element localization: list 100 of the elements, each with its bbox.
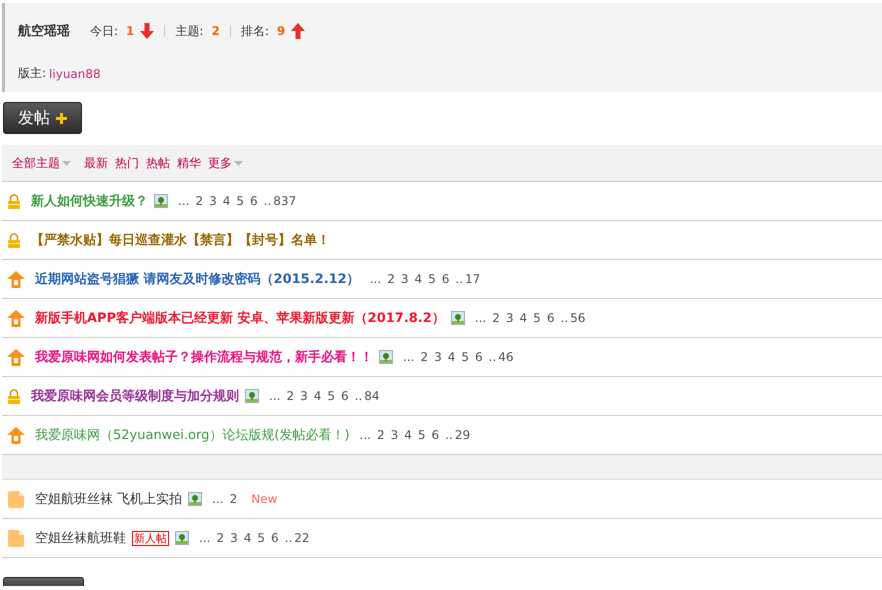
thread-title[interactable]: 新版手机APP客户端版本已经更新 安卓、苹果新版更新（2017.8.2） <box>35 309 445 327</box>
lock-icon <box>7 194 21 208</box>
page-link[interactable]: 4 <box>448 350 456 364</box>
page-link[interactable]: 4 <box>404 428 412 442</box>
page-ellipsis: ... <box>370 272 382 286</box>
page-link[interactable]: 5 <box>461 350 470 364</box>
moderator-link[interactable]: liyuan88 <box>49 66 101 80</box>
image-attachment-icon <box>175 531 189 545</box>
page-link[interactable]: 3 <box>434 350 442 364</box>
page-ellipsis: ... <box>269 389 280 403</box>
page-link[interactable]: 3 <box>506 311 514 325</box>
page-link[interactable]: 5 <box>327 389 336 403</box>
stat-value: 9 <box>276 24 286 38</box>
page-link[interactable]: 4 <box>414 272 422 286</box>
folder-icon <box>7 490 25 508</box>
page-link[interactable]: 2 <box>387 272 395 286</box>
page-link[interactable]: 2 <box>230 492 238 506</box>
page-link[interactable]: 56 <box>570 311 586 325</box>
stat-value: 2 <box>211 24 220 38</box>
stat-label: 主题: <box>175 22 204 40</box>
page-ellipsis: .. <box>264 194 272 208</box>
folder-icon <box>7 530 25 546</box>
page-link[interactable]: 4 <box>244 531 252 545</box>
page-ellipsis: .. <box>354 389 362 403</box>
page-ellipsis: ... <box>212 492 224 506</box>
stat-label: 排名: <box>240 22 269 40</box>
page-link[interactable]: 6 <box>271 531 279 545</box>
page-ellipsis: ... <box>199 531 210 545</box>
page-link[interactable]: 2 <box>286 389 294 403</box>
image-attachment-icon <box>450 311 465 325</box>
page-link[interactable]: 6 <box>432 428 440 442</box>
new-user-badge: 新人帖 <box>132 530 169 546</box>
post-button[interactable] <box>3 577 84 586</box>
pinned-arrow-icon <box>7 426 25 444</box>
filter-link[interactable]: 热门 <box>115 154 139 172</box>
page-link[interactable]: 5 <box>236 194 244 208</box>
page-link[interactable]: 6 <box>546 311 554 325</box>
page-link[interactable]: 6 <box>341 389 349 403</box>
pinned-arrow-icon <box>7 348 25 366</box>
page-link[interactable]: 29 <box>454 428 470 442</box>
page-link[interactable]: 4 <box>314 389 322 403</box>
page-ellipsis: .. <box>560 311 568 325</box>
page-link[interactable]: 17 <box>465 272 480 286</box>
page-ellipsis: ... <box>474 311 486 325</box>
lock-icon <box>7 388 21 404</box>
lock-icon <box>7 232 21 248</box>
page-link[interactable]: 5 <box>428 272 436 286</box>
thread-title[interactable]: 我爱原味网如何发表帖子？操作流程与规范，新手必看！！ <box>35 348 373 366</box>
page-link[interactable]: 46 <box>498 350 514 364</box>
page-link[interactable]: 2 <box>492 311 500 325</box>
page-link[interactable]: 3 <box>209 194 217 208</box>
page-link[interactable]: 3 <box>400 272 408 286</box>
page-link[interactable]: 2 <box>195 194 204 208</box>
moderator-label: 版主: <box>18 65 46 82</box>
filter-link[interactable]: 热帖 <box>146 154 170 172</box>
page-ellipsis: .. <box>488 350 496 364</box>
filter-link[interactable]: 最新 <box>84 154 108 172</box>
plus-icon <box>56 112 67 124</box>
image-attachment-icon <box>379 350 393 364</box>
page-ellipsis: ... <box>403 350 414 364</box>
image-attachment-icon <box>188 492 202 506</box>
page-link[interactable]: 6 <box>475 350 483 364</box>
image-attachment-icon <box>245 389 259 403</box>
stat-label: 今日: <box>90 22 118 40</box>
filter-link[interactable]: 更多 <box>208 154 243 172</box>
page-link[interactable]: 3 <box>300 389 308 403</box>
page-link[interactable]: 3 <box>390 428 398 442</box>
page-link[interactable]: 2 <box>376 428 385 442</box>
page-link[interactable]: 837 <box>273 194 296 208</box>
page-link[interactable]: 6 <box>250 194 258 208</box>
image-attachment-icon <box>154 194 168 208</box>
post-button[interactable]: 发帖 <box>3 102 82 134</box>
page-link[interactable]: 4 <box>520 311 528 325</box>
pinned-arrow-icon <box>7 270 25 288</box>
forum-name: 航空瑶瑶 <box>18 22 70 40</box>
page-link[interactable]: 4 <box>222 194 230 208</box>
thread-title[interactable]: 我爱原味网会员等级制度与加分规则 <box>31 387 239 405</box>
new-tag: New <box>251 492 278 506</box>
page-link[interactable]: 5 <box>257 531 266 545</box>
pinned-arrow-icon <box>7 310 25 326</box>
thread-title[interactable]: 近期网站盗号猖獗 请网友及时修改密码（2015.2.12） <box>35 270 360 288</box>
page-link[interactable]: 3 <box>230 531 238 545</box>
page-link[interactable]: 5 <box>418 428 426 442</box>
thread-title[interactable]: 空姐丝袜航班鞋 <box>35 529 126 547</box>
page-link[interactable]: 5 <box>533 311 541 325</box>
page-ellipsis: .. <box>445 428 453 442</box>
caret-icon <box>62 160 71 166</box>
filter-link[interactable]: 全部主题 <box>12 154 71 172</box>
thread-title[interactable]: 【严禁水贴】每日巡查灌水【禁言】【封号】名单！ <box>31 231 330 249</box>
filter-link[interactable]: 精华 <box>177 154 201 172</box>
page-link[interactable]: 2 <box>216 531 224 545</box>
page-link[interactable]: 2 <box>420 350 428 364</box>
page-ellipsis: .. <box>284 531 292 545</box>
page-link[interactable]: 22 <box>294 531 310 545</box>
stat-value: 1 <box>126 24 134 38</box>
page-ellipsis: ... <box>360 428 371 442</box>
page-link[interactable]: 84 <box>364 389 380 403</box>
caret-icon <box>234 160 243 166</box>
thread-title[interactable]: 空姐航班丝袜 飞机上实拍 <box>35 490 182 508</box>
page-link[interactable]: 6 <box>442 272 450 286</box>
